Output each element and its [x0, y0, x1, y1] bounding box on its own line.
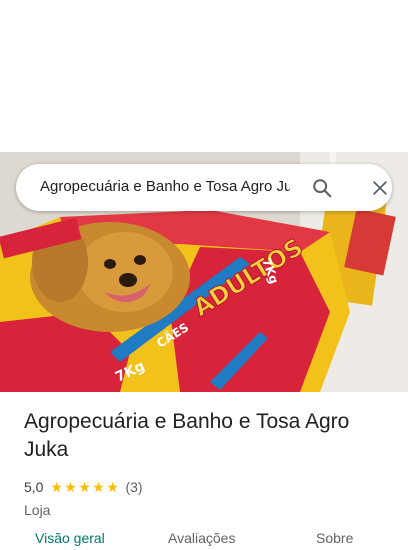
search-icon — [313, 179, 332, 198]
star-icon: ★ — [64, 479, 77, 495]
star-icon: ★ — [50, 479, 63, 495]
close-icon — [373, 181, 387, 195]
rating-stars: ★ ★ ★ ★ ★ — [49, 480, 119, 494]
place-category[interactable]: Loja — [24, 500, 394, 520]
rating-value: 5,0 — [24, 479, 44, 495]
place-info: Agropecuária e Banho e Tosa Agro Juka 5,… — [24, 408, 394, 520]
search-input[interactable]: Agropecuária e Banho e Tosa Agro Juka — [40, 177, 290, 197]
search-button[interactable] — [308, 174, 336, 202]
search-bar[interactable]: Agropecuária e Banho e Tosa Agro Juka — [16, 164, 392, 211]
rating-row[interactable]: 5,0 ★ ★ ★ ★ ★ (3) — [24, 478, 394, 496]
place-title: Agropecuária e Banho e Tosa Agro Juka — [24, 410, 350, 461]
place-tabs: Visão geral Avaliações Sobre — [0, 530, 408, 550]
star-icon: ★ — [78, 479, 91, 495]
star-icon: ★ — [92, 479, 105, 495]
close-button[interactable] — [366, 174, 394, 202]
star-icon: ★ — [106, 479, 119, 495]
review-count[interactable]: (3) — [125, 479, 142, 495]
